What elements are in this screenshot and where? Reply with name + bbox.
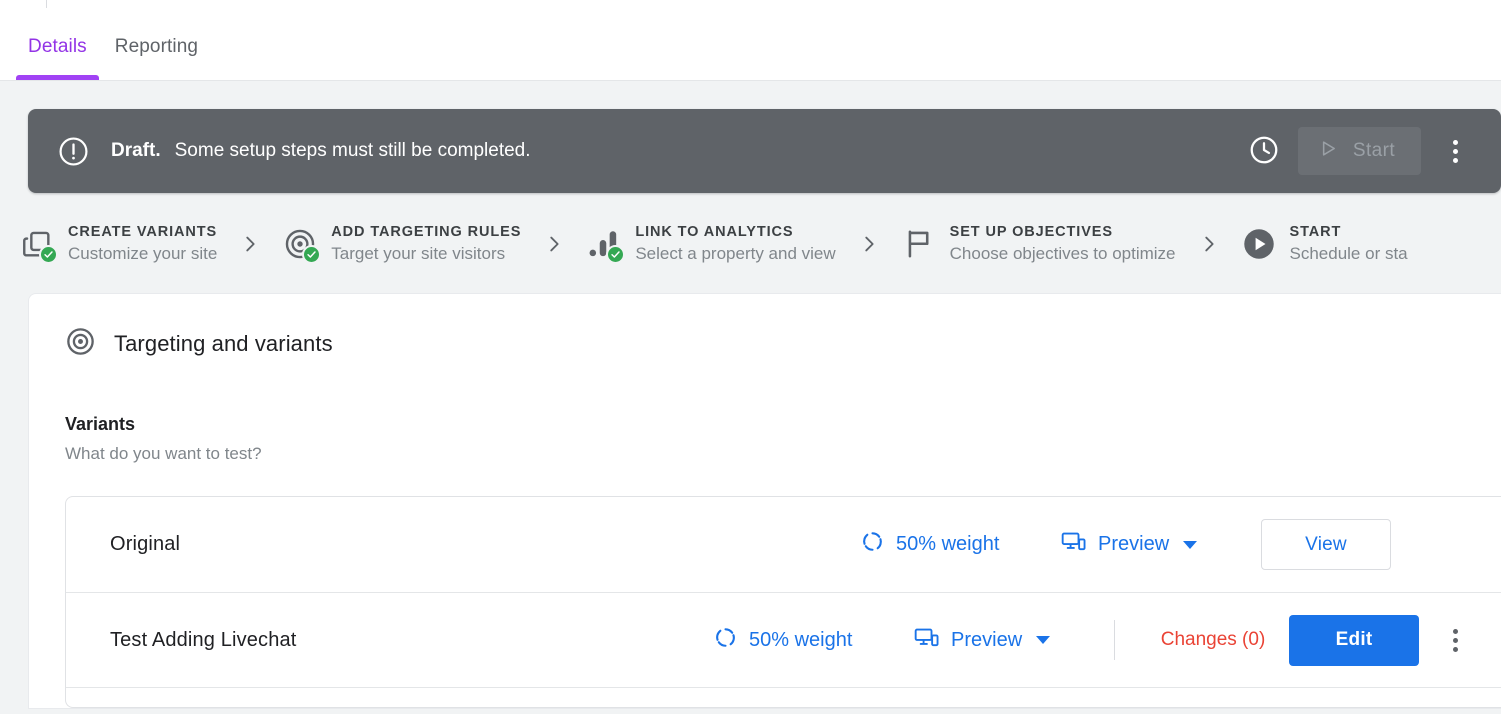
split-circle-icon <box>861 530 884 559</box>
step-complete-badge <box>39 245 58 264</box>
variant-weight[interactable]: 50% weight <box>714 626 914 655</box>
chevron-right-icon <box>239 233 261 255</box>
step-title: START <box>1290 222 1408 242</box>
split-circle-icon <box>714 626 737 655</box>
devices-icon <box>1061 529 1086 560</box>
more-vert-icon <box>1453 140 1458 163</box>
analytics-bars-icon <box>587 227 621 261</box>
chevron-right-icon <box>543 233 565 255</box>
chevron-down-icon <box>1183 541 1197 549</box>
step-text-block: LINK TO ANALYTICS Select a property and … <box>635 222 835 266</box>
variant-weight[interactable]: 50% weight <box>861 530 1061 559</box>
step-title: LINK TO ANALYTICS <box>635 222 835 242</box>
edit-button[interactable]: Edit <box>1289 615 1419 666</box>
step-text-block: ADD TARGETING RULES Target your site vis… <box>331 222 521 266</box>
step-text-block: CREATE VARIANTS Customize your site <box>68 222 217 266</box>
variant-preview[interactable]: Preview <box>1061 529 1261 560</box>
card-title: Targeting and variants <box>114 331 333 357</box>
chevron-right-icon <box>858 233 880 255</box>
view-button[interactable]: View <box>1261 519 1391 570</box>
table-row-partial <box>66 687 1501 707</box>
banner-message: Draft. Some setup steps must still be co… <box>111 140 531 162</box>
step-title: ADD TARGETING RULES <box>331 222 521 242</box>
row-actions: Edit <box>1289 615 1501 666</box>
banner-actions: Start <box>1240 127 1479 175</box>
devices-icon <box>914 625 939 656</box>
variants-heading: Variants <box>65 414 1501 435</box>
play-circle-icon <box>1242 227 1276 261</box>
variants-icon <box>20 227 54 261</box>
variant-weight-label: 50% weight <box>749 629 852 652</box>
banner-status-label: Draft. <box>111 140 161 162</box>
banner-message-text: Some setup steps must still be completed… <box>175 140 531 162</box>
step-create-variants[interactable]: CREATE VARIANTS Customize your site <box>20 222 217 266</box>
chevron-down-icon <box>1036 636 1050 644</box>
variant-preview-label: Preview <box>951 629 1022 652</box>
variant-preview[interactable]: Preview <box>914 625 1114 656</box>
tab-reporting[interactable]: Reporting <box>101 36 212 80</box>
banner-overflow-button[interactable] <box>1431 127 1479 175</box>
step-subtitle: Schedule or sta <box>1290 242 1408 266</box>
step-subtitle: Target your site visitors <box>331 242 521 266</box>
variant-name: Test Adding Livechat <box>110 629 296 652</box>
step-subtitle: Choose objectives to optimize <box>950 242 1176 266</box>
schedule-button[interactable] <box>1240 127 1288 175</box>
card-header: Targeting and variants <box>29 326 1501 362</box>
variants-list: Original 50% weight <box>65 496 1501 708</box>
tab-bar: Details Reporting <box>0 0 1501 81</box>
target-icon <box>65 326 96 362</box>
clock-icon <box>1248 134 1280 169</box>
draft-status-banner: Draft. Some setup steps must still be co… <box>28 109 1501 193</box>
table-row: Original 50% weight <box>66 497 1501 592</box>
variant-weight-label: 50% weight <box>896 533 999 556</box>
tab-details[interactable]: Details <box>14 36 101 80</box>
row-actions: View <box>1261 519 1501 570</box>
start-button-label: Start <box>1353 140 1395 162</box>
targeting-and-variants-card: Targeting and variants Variants What do … <box>28 293 1501 709</box>
variants-section: Variants What do you want to test? Origi… <box>29 362 1501 708</box>
step-link-to-analytics[interactable]: LINK TO ANALYTICS Select a property and … <box>587 222 835 266</box>
flag-icon <box>902 227 936 261</box>
play-icon <box>1316 137 1339 166</box>
setup-stepper: CREATE VARIANTS Customize your site ADD … <box>0 193 1501 277</box>
start-button[interactable]: Start <box>1298 127 1421 175</box>
table-row: Test Adding Livechat 50% weight <box>66 592 1501 687</box>
more-vert-icon <box>1453 629 1458 652</box>
target-icon <box>283 227 317 261</box>
step-subtitle: Customize your site <box>68 242 217 266</box>
step-add-targeting-rules[interactable]: ADD TARGETING RULES Target your site vis… <box>283 222 521 266</box>
step-complete-badge <box>302 245 321 264</box>
variant-overflow-button[interactable] <box>1433 618 1477 662</box>
step-text-block: SET UP OBJECTIVES Choose objectives to o… <box>950 222 1176 266</box>
exclamation-circle-icon <box>58 136 89 167</box>
step-text-block: START Schedule or sta <box>1290 222 1408 266</box>
step-subtitle: Select a property and view <box>635 242 835 266</box>
divider <box>1114 620 1115 660</box>
banner-container: Draft. Some setup steps must still be co… <box>0 81 1501 193</box>
changes-link[interactable]: Changes (0) <box>1137 629 1289 651</box>
step-set-up-objectives[interactable]: SET UP OBJECTIVES Choose objectives to o… <box>902 222 1176 266</box>
variants-subheading: What do you want to test? <box>65 444 1501 464</box>
variant-preview-label: Preview <box>1098 533 1169 556</box>
variant-name: Original <box>110 533 180 556</box>
chevron-right-icon <box>1198 233 1220 255</box>
step-title: CREATE VARIANTS <box>68 222 217 242</box>
step-title: SET UP OBJECTIVES <box>950 222 1176 242</box>
step-start[interactable]: START Schedule or sta <box>1242 222 1408 266</box>
step-complete-badge <box>606 245 625 264</box>
